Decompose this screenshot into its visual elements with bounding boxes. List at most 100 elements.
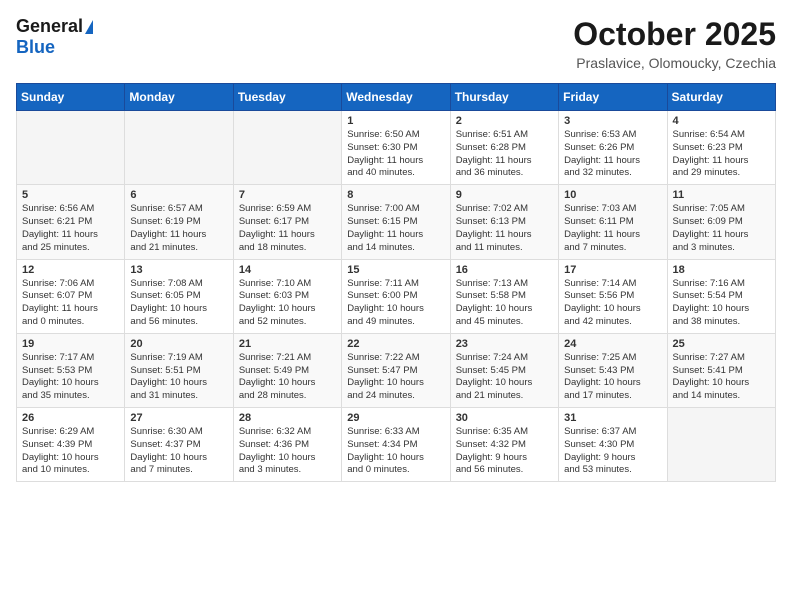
calendar-cell: 3 Sunrise: 6:53 AMSunset: 6:26 PMDaylight… — [559, 111, 667, 185]
cell-content: Sunrise: 7:02 AMSunset: 6:13 PMDaylight:… — [456, 203, 553, 254]
cell-content: Sunrise: 7:16 AMSunset: 5:54 PMDaylight:… — [673, 278, 770, 329]
calendar-cell: 7Sunrise: 6:59 AMSunset: 6:17 PMDaylight… — [233, 185, 341, 259]
calendar-cell — [17, 111, 125, 185]
day-number: 24 — [564, 338, 661, 350]
day-number: 11 — [673, 189, 770, 201]
cell-content: Sunrise: 6:59 AMSunset: 6:17 PMDaylight:… — [239, 203, 336, 254]
calendar-cell: 6 Sunrise: 6:57 AMSunset: 6:19 PMDaylight… — [125, 185, 233, 259]
calendar-cell: 5 Sunrise: 6:56 AMSunset: 6:21 PMDaylight… — [17, 185, 125, 259]
cell-content: Sunrise: 7:24 AMSunset: 5:45 PMDaylight:… — [456, 352, 553, 403]
day-number: 23 — [456, 338, 553, 350]
weekday-header-tuesday: Tuesday — [233, 84, 341, 111]
cell-content: Sunrise: 7:25 AMSunset: 5:43 PMDaylight:… — [564, 352, 661, 403]
cell-content: Sunrise: 6:29 AMSunset: 4:39 PMDaylight:… — [22, 426, 119, 477]
day-number: 30 — [456, 412, 553, 424]
calendar-cell: 24 Sunrise: 7:25 AMSunset: 5:43 PMDayligh… — [559, 333, 667, 407]
cell-content: Sunrise: 6:51 AMSunset: 6:28 PMDaylight:… — [456, 129, 553, 180]
month-title: October 2025 — [573, 16, 776, 53]
day-number: 27 — [130, 412, 227, 424]
cell-content: Sunrise: 7:17 AMSunset: 5:53 PMDaylight:… — [22, 352, 119, 403]
calendar-cell: 30 Sunrise: 6:35 AMSunset: 4:32 PMDayligh… — [450, 408, 558, 482]
calendar-cell: 21Sunrise: 7:21 AMSunset: 5:49 PMDayligh… — [233, 333, 341, 407]
day-number: 25 — [673, 338, 770, 350]
calendar-week-4: 19 Sunrise: 7:17 AMSunset: 5:53 PMDayligh… — [17, 333, 776, 407]
calendar-week-2: 5 Sunrise: 6:56 AMSunset: 6:21 PMDaylight… — [17, 185, 776, 259]
day-number: 19 — [22, 338, 119, 350]
cell-content: Sunrise: 7:27 AMSunset: 5:41 PMDaylight:… — [673, 352, 770, 403]
calendar-cell: 12Sunrise: 7:06 AMSunset: 6:07 PMDayligh… — [17, 259, 125, 333]
calendar-cell: 29 Sunrise: 6:33 AMSunset: 4:34 PMDayligh… — [342, 408, 450, 482]
calendar-cell: 23 Sunrise: 7:24 AMSunset: 5:45 PMDayligh… — [450, 333, 558, 407]
day-number: 6 — [130, 189, 227, 201]
cell-content: Sunrise: 6:53 AMSunset: 6:26 PMDaylight:… — [564, 129, 661, 180]
cell-content: Sunrise: 6:56 AMSunset: 6:21 PMDaylight:… — [22, 203, 119, 254]
cell-content: Sunrise: 7:10 AMSunset: 6:03 PMDaylight:… — [239, 278, 336, 329]
day-number: 17 — [564, 264, 661, 276]
day-number: 5 — [22, 189, 119, 201]
calendar-week-1: 1Sunrise: 6:50 AMSunset: 6:30 PMDaylight… — [17, 111, 776, 185]
day-number: 22 — [347, 338, 444, 350]
calendar-cell: 13 Sunrise: 7:08 AMSunset: 6:05 PMDayligh… — [125, 259, 233, 333]
calendar-cell: 1Sunrise: 6:50 AMSunset: 6:30 PMDaylight… — [342, 111, 450, 185]
weekday-header-friday: Friday — [559, 84, 667, 111]
calendar-cell: 26Sunrise: 6:29 AMSunset: 4:39 PMDayligh… — [17, 408, 125, 482]
calendar-cell: 18 Sunrise: 7:16 AMSunset: 5:54 PMDayligh… — [667, 259, 775, 333]
cell-content: Sunrise: 6:32 AMSunset: 4:36 PMDaylight:… — [239, 426, 336, 477]
calendar-cell — [233, 111, 341, 185]
weekday-header-saturday: Saturday — [667, 84, 775, 111]
calendar-week-5: 26Sunrise: 6:29 AMSunset: 4:39 PMDayligh… — [17, 408, 776, 482]
day-number: 31 — [564, 412, 661, 424]
day-number: 8 — [347, 189, 444, 201]
cell-content: Sunrise: 7:14 AMSunset: 5:56 PMDaylight:… — [564, 278, 661, 329]
calendar-cell: 11 Sunrise: 7:05 AMSunset: 6:09 PMDayligh… — [667, 185, 775, 259]
day-number: 28 — [239, 412, 336, 424]
cell-content: Sunrise: 6:54 AMSunset: 6:23 PMDaylight:… — [673, 129, 770, 180]
day-number: 13 — [130, 264, 227, 276]
cell-content: Sunrise: 6:37 AMSunset: 4:30 PMDaylight:… — [564, 426, 661, 477]
cell-content: Sunrise: 6:57 AMSunset: 6:19 PMDaylight:… — [130, 203, 227, 254]
logo: General Blue — [16, 16, 93, 58]
cell-content: Sunrise: 7:08 AMSunset: 6:05 PMDaylight:… — [130, 278, 227, 329]
cell-content: Sunrise: 7:06 AMSunset: 6:07 PMDaylight:… — [22, 278, 119, 329]
cell-content: Sunrise: 7:22 AMSunset: 5:47 PMDaylight:… — [347, 352, 444, 403]
day-number: 18 — [673, 264, 770, 276]
day-number: 29 — [347, 412, 444, 424]
calendar-cell: 31 Sunrise: 6:37 AMSunset: 4:30 PMDayligh… — [559, 408, 667, 482]
day-number: 15 — [347, 264, 444, 276]
calendar-cell: 15 Sunrise: 7:11 AMSunset: 6:00 PMDayligh… — [342, 259, 450, 333]
weekday-header-sunday: Sunday — [17, 84, 125, 111]
day-number: 2 — [456, 115, 553, 127]
cell-content: Sunrise: 6:33 AMSunset: 4:34 PMDaylight:… — [347, 426, 444, 477]
cell-content: Sunrise: 6:30 AMSunset: 4:37 PMDaylight:… — [130, 426, 227, 477]
calendar-table: SundayMondayTuesdayWednesdayThursdayFrid… — [16, 83, 776, 482]
logo-blue-text: Blue — [16, 37, 55, 58]
day-number: 4 — [673, 115, 770, 127]
calendar-cell: 20Sunrise: 7:19 AMSunset: 5:51 PMDayligh… — [125, 333, 233, 407]
cell-content: Sunrise: 7:21 AMSunset: 5:49 PMDaylight:… — [239, 352, 336, 403]
calendar-cell: 9 Sunrise: 7:02 AMSunset: 6:13 PMDaylight… — [450, 185, 558, 259]
day-number: 14 — [239, 264, 336, 276]
calendar-week-3: 12Sunrise: 7:06 AMSunset: 6:07 PMDayligh… — [17, 259, 776, 333]
location-text: Praslavice, Olomoucky, Czechia — [573, 55, 776, 71]
calendar-cell: 17 Sunrise: 7:14 AMSunset: 5:56 PMDayligh… — [559, 259, 667, 333]
day-number: 9 — [456, 189, 553, 201]
day-number: 16 — [456, 264, 553, 276]
cell-content: Sunrise: 7:11 AMSunset: 6:00 PMDaylight:… — [347, 278, 444, 329]
calendar-cell: 28 Sunrise: 6:32 AMSunset: 4:36 PMDayligh… — [233, 408, 341, 482]
calendar-cell: 4 Sunrise: 6:54 AMSunset: 6:23 PMDaylight… — [667, 111, 775, 185]
calendar-cell: 27 Sunrise: 6:30 AMSunset: 4:37 PMDayligh… — [125, 408, 233, 482]
weekday-header-monday: Monday — [125, 84, 233, 111]
cell-content: Sunrise: 7:05 AMSunset: 6:09 PMDaylight:… — [673, 203, 770, 254]
page-header: General Blue October 2025 Praslavice, Ol… — [16, 16, 776, 71]
day-number: 3 — [564, 115, 661, 127]
logo-general-text: General — [16, 16, 83, 37]
cell-content: Sunrise: 6:35 AMSunset: 4:32 PMDaylight:… — [456, 426, 553, 477]
calendar-cell: 19 Sunrise: 7:17 AMSunset: 5:53 PMDayligh… — [17, 333, 125, 407]
cell-content: Sunrise: 7:19 AMSunset: 5:51 PMDaylight:… — [130, 352, 227, 403]
calendar-cell: 22 Sunrise: 7:22 AMSunset: 5:47 PMDayligh… — [342, 333, 450, 407]
weekday-header-thursday: Thursday — [450, 84, 558, 111]
cell-content: Sunrise: 7:03 AMSunset: 6:11 PMDaylight:… — [564, 203, 661, 254]
cell-content: Sunrise: 7:00 AMSunset: 6:15 PMDaylight:… — [347, 203, 444, 254]
calendar-cell: 16Sunrise: 7:13 AMSunset: 5:58 PMDayligh… — [450, 259, 558, 333]
calendar-cell: 2 Sunrise: 6:51 AMSunset: 6:28 PMDaylight… — [450, 111, 558, 185]
